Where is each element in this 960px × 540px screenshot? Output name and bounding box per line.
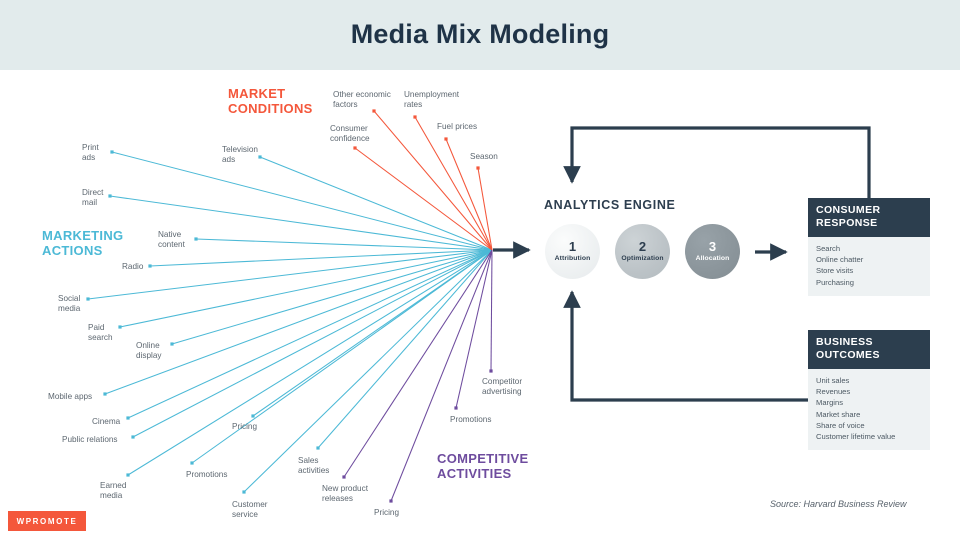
- competitive-activity-endpoint-dot: [389, 499, 393, 503]
- market-condition-endpoint-dot: [413, 115, 417, 119]
- engine-step-label: Attribution: [554, 255, 591, 262]
- market-condition-label: Season: [470, 152, 498, 161]
- marketing-action-label: Television ads: [222, 145, 258, 164]
- analytics-engine-title: ANALYTICS ENGINE: [544, 198, 676, 212]
- marketing-action-label: Radio: [122, 262, 144, 271]
- competitive-activity-endpoint-dot: [454, 406, 458, 410]
- list-item: Margins: [816, 398, 844, 408]
- market-condition-label: Other economic factors: [333, 90, 391, 109]
- marketing-action-endpoint-dot: [86, 297, 90, 301]
- slide-header: Media Mix Modeling: [0, 0, 960, 70]
- marketing-action-connector: [127, 249, 493, 476]
- marketing-action-label: Pricing: [232, 422, 258, 431]
- market-condition-label: Consumer confidence: [330, 124, 370, 143]
- group-title-marketing-actions: MARKETING ACTIONS: [42, 228, 124, 258]
- marketing-action-label: Earned media: [100, 481, 127, 500]
- marketing-action-endpoint-dot: [190, 461, 194, 465]
- source-note: Source: Harvard Business Review: [770, 499, 907, 509]
- market-condition-endpoint-dot: [476, 166, 480, 170]
- list-item: Customer lifetime value: [816, 432, 896, 442]
- list-item: Revenues: [816, 387, 851, 397]
- list-item: Purchasing: [816, 277, 854, 287]
- list-item: Online chatter: [816, 255, 864, 265]
- marketing-action-endpoint-dot: [194, 237, 198, 241]
- wpromote-logo: WPROMOTE: [8, 511, 86, 531]
- competitive-activity-endpoint-dot: [342, 475, 346, 479]
- marketing-action-endpoint-dot: [170, 342, 174, 346]
- market-condition-connector: [354, 147, 493, 251]
- marketing-action-endpoint-dot: [148, 264, 152, 268]
- group-title-market-conditions: MARKET CONDITIONS: [228, 86, 313, 116]
- consumer-response-panel: CONSUMER RESPONSE Search Online chatter St…: [808, 198, 930, 296]
- list-item: Search: [816, 244, 841, 253]
- marketing-action-endpoint-dot: [316, 446, 320, 450]
- list-item: Unit sales: [816, 376, 850, 385]
- marketing-action-connector: [259, 156, 493, 251]
- engine-step-allocation[interactable]: 3 Allocation: [685, 224, 740, 279]
- market-condition-endpoint-dot: [444, 137, 448, 141]
- competitive-activity-label: Competitor advertising: [482, 377, 523, 396]
- marketing-connector-lines: [87, 151, 493, 493]
- marketing-action-endpoint-dot: [242, 490, 246, 494]
- list-item: Store visits: [816, 266, 854, 276]
- consumer-response-list: Search Online chatter Store visits Purchasi…: [816, 243, 922, 288]
- feedback-arrow-business-to-engine: [563, 290, 808, 402]
- engine-step-optimization[interactable]: 2 Optimization: [615, 224, 670, 279]
- page-title: Media Mix Modeling: [350, 19, 610, 49]
- marketing-action-endpoint-dot: [108, 194, 112, 198]
- marketing-action-endpoint-dot: [110, 150, 114, 154]
- marketing-action-connector: [195, 238, 493, 251]
- marketing-action-endpoint-dot: [131, 435, 135, 439]
- market-condition-endpoint-dot: [353, 146, 357, 150]
- marketing-action-connector: [104, 249, 493, 395]
- competitive-activity-endpoint-dot: [489, 369, 493, 373]
- competitive-activity-label: Promotions: [450, 415, 492, 424]
- marketing-action-label: Print ads: [82, 143, 99, 162]
- list-item: Market share: [816, 409, 861, 419]
- marketing-action-label: Sales activities: [298, 456, 330, 475]
- business-outcomes-list: Unit sales Revenues Margins Market share Sha…: [816, 375, 922, 442]
- group-title-competitive-activities: COMPETITIVE ACTIVITIES: [437, 451, 529, 481]
- market-condition-label: Fuel prices: [437, 122, 478, 131]
- competitive-activity-label: New product releases: [322, 484, 368, 503]
- slide-canvas: Media Mix Modeling MARKETING ACTIONS MAR…: [0, 0, 960, 540]
- marketing-action-endpoint-dot: [103, 392, 107, 396]
- business-outcomes-title: BUSINESS OUTCOMES: [808, 330, 930, 369]
- marketing-action-endpoint-dot: [126, 473, 130, 477]
- engine-step-label: Optimization: [621, 255, 664, 262]
- list-item: Share of voice: [816, 420, 865, 430]
- marketing-action-label: Native content: [158, 230, 185, 249]
- market-condition-label: Unemployment rates: [404, 90, 460, 109]
- marketing-action-endpoint-dot: [118, 325, 122, 329]
- marketing-action-connector: [149, 249, 493, 267]
- marketing-action-label: Promotions: [186, 470, 228, 479]
- consumer-response-body: Search Online chatter Store visits Purchasi…: [808, 237, 930, 296]
- business-outcomes-panel: BUSINESS OUTCOMES Unit sales Revenues Marg…: [808, 330, 930, 451]
- marketing-action-label: Public relations: [62, 435, 118, 444]
- marketing-action-label: Cinema: [92, 417, 121, 426]
- marketing-action-label: Direct mail: [82, 188, 104, 207]
- consumer-response-title: CONSUMER RESPONSE: [808, 198, 930, 237]
- engine-step-number: 1: [568, 239, 577, 254]
- engine-step-number: 3: [708, 239, 717, 254]
- marketing-action-label: Mobile apps: [48, 392, 93, 401]
- marketing-action-endpoint-dot: [251, 414, 255, 418]
- marketing-action-label: Online display: [136, 341, 162, 360]
- marketing-action-connector: [132, 249, 493, 438]
- competitive-activity-connector: [490, 249, 493, 372]
- engine-step-attribution[interactable]: 1 Attribution: [545, 224, 600, 279]
- marketing-action-label: Paid search: [88, 323, 113, 342]
- engine-step-number: 2: [638, 239, 647, 254]
- business-outcomes-body: Unit sales Revenues Margins Market share Sha…: [808, 369, 930, 450]
- marketing-action-endpoint-dot: [126, 416, 130, 420]
- marketing-action-endpoint-dot: [258, 155, 262, 159]
- wpromote-logo-text: WPROMOTE: [16, 516, 78, 526]
- marketing-action-label: Social media: [58, 294, 81, 313]
- marketing-action-label: Customer service: [232, 500, 268, 519]
- competitive-activity-label: Pricing: [374, 508, 400, 517]
- engine-step-label: Allocation: [695, 255, 730, 262]
